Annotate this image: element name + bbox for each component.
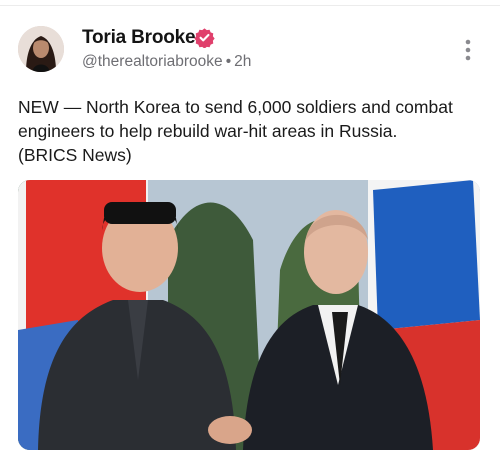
author-handle[interactable]: @therealtoriabrooke	[82, 53, 223, 70]
more-options-button[interactable]	[458, 38, 478, 62]
post-meta: @therealtoriabrooke • 2h	[82, 53, 251, 71]
post-image[interactable]	[18, 180, 480, 450]
meta-separator: •	[225, 53, 232, 70]
author-name[interactable]: Toria Brooke	[82, 27, 196, 49]
verified-badge-icon	[194, 27, 215, 49]
more-options-icon	[465, 39, 471, 61]
avatar-image	[18, 26, 64, 72]
post-photo	[18, 180, 480, 450]
post-text: NEW — North Korea to send 6,000 soldiers…	[18, 97, 453, 165]
top-divider	[0, 5, 500, 6]
avatar[interactable]	[18, 26, 64, 72]
post-time[interactable]: 2h	[234, 53, 251, 70]
